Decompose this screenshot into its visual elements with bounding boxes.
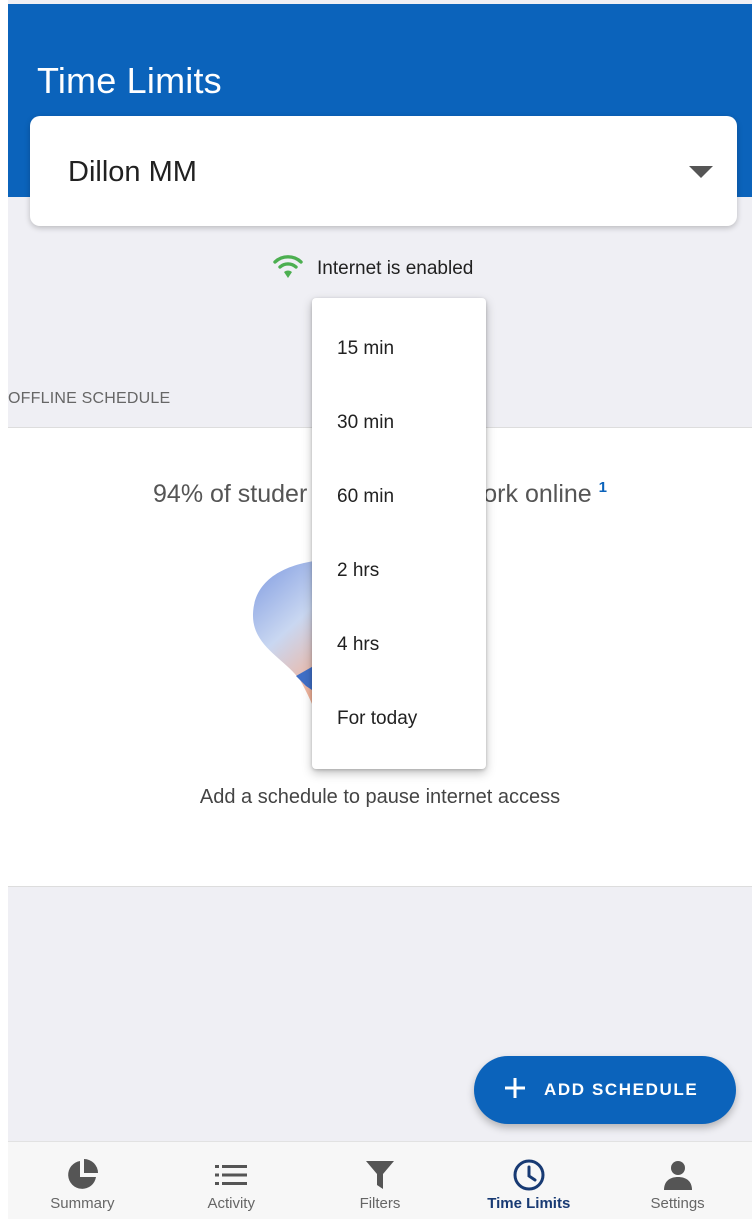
add-schedule-label: ADD SCHEDULE xyxy=(544,1080,699,1099)
internet-status-text: Internet is enabled xyxy=(317,258,474,279)
card-caption: Add a schedule to pause internet access xyxy=(199,786,561,808)
nav-label-settings: Settings xyxy=(650,1195,705,1212)
nav-item-settings[interactable]: Settings xyxy=(603,1142,752,1219)
nav-item-filters[interactable]: Filters xyxy=(306,1142,455,1219)
nav-label-summary: Summary xyxy=(50,1195,115,1212)
internet-status: Internet is enabled xyxy=(273,254,473,284)
duration-option-2-hrs[interactable]: 2 hrs xyxy=(312,534,486,608)
chevron-down-icon xyxy=(689,166,713,178)
page-title: Time Limits xyxy=(37,60,222,101)
device-dropdown-value: Dillon MM xyxy=(68,156,197,188)
statistic-text-right: ork online xyxy=(483,480,592,508)
nav-item-time-limits[interactable]: Time Limits xyxy=(454,1142,603,1219)
pie-chart-icon xyxy=(65,1158,99,1192)
footnote-link[interactable]: 1 xyxy=(599,479,607,496)
section-heading: OFFLINE SCHEDULE xyxy=(8,390,171,407)
duration-option-60-min[interactable]: 60 min xyxy=(312,460,486,534)
app-screen: Time Limits Dillon MM Internet is enable… xyxy=(8,0,752,1219)
duration-option-for-today[interactable]: For today xyxy=(312,682,486,756)
nav-item-summary[interactable]: Summary xyxy=(8,1142,157,1219)
add-schedule-button[interactable]: ADD SCHEDULE xyxy=(474,1056,736,1124)
duration-option-15-min[interactable]: 15 min xyxy=(312,312,486,386)
duration-menu: 15 min 30 min 60 min 2 hrs 4 hrs For tod… xyxy=(312,298,486,769)
nav-item-activity[interactable]: Activity xyxy=(157,1142,306,1219)
clock-icon xyxy=(512,1158,546,1192)
device-dropdown[interactable]: Dillon MM xyxy=(30,116,737,226)
duration-option-30-min[interactable]: 30 min xyxy=(312,386,486,460)
duration-option-4-hrs[interactable]: 4 hrs xyxy=(312,608,486,682)
plus-icon xyxy=(504,1077,526,1104)
wifi-icon xyxy=(273,254,303,285)
nav-label-time-limits: Time Limits xyxy=(487,1195,571,1212)
bottom-navigation: Summary Activity Filters Time Limits Set… xyxy=(8,1141,752,1219)
list-icon xyxy=(215,1158,248,1192)
nav-label-activity: Activity xyxy=(207,1195,255,1212)
nav-label-filters: Filters xyxy=(359,1195,401,1212)
statistic-text-left: 94% of studer xyxy=(153,480,308,508)
person-icon xyxy=(662,1158,694,1192)
filter-icon xyxy=(365,1158,395,1192)
